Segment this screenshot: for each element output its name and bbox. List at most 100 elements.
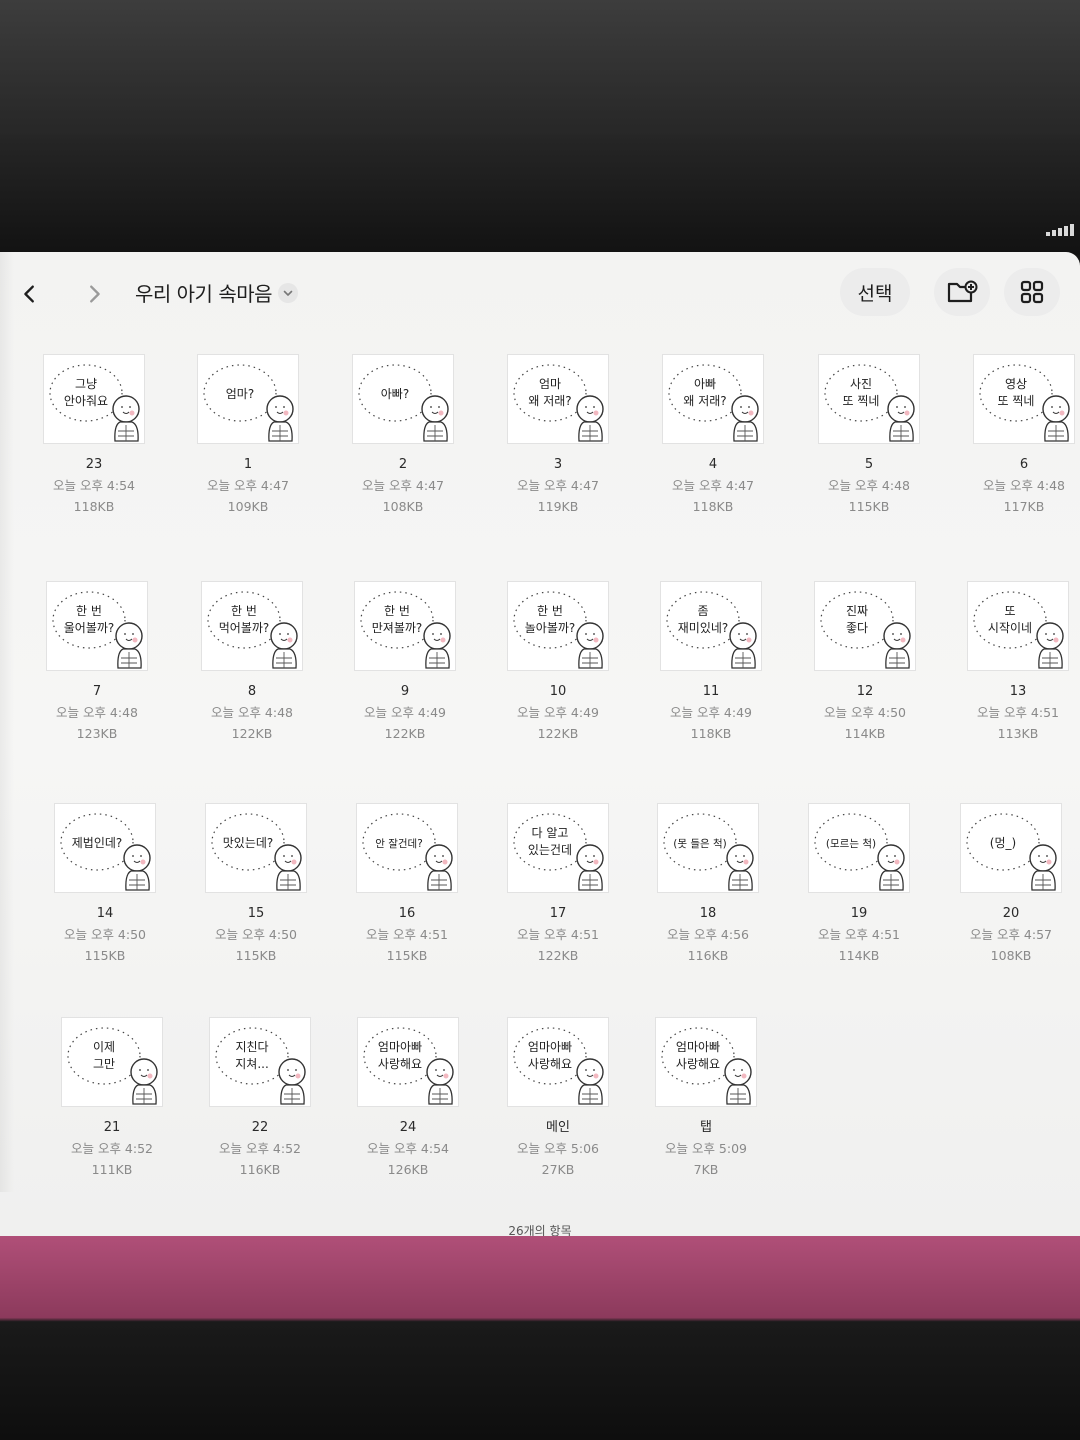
file-item[interactable]: (모르는 척) 19 오늘 오후 4:51 114KB — [789, 804, 929, 966]
file-item[interactable]: 사진 또 찍네 5 오늘 오후 4:48 115KB — [799, 355, 939, 517]
file-item[interactable]: 지친다 지쳐... 22 오늘 오후 4:52 116KB — [190, 1018, 330, 1180]
file-name: 20 — [1002, 906, 1020, 921]
new-folder-button[interactable] — [934, 268, 990, 316]
baby-sticker-image: 제법인데? — [60, 813, 151, 891]
file-item[interactable]: 맛있는데? 15 오늘 오후 4:50 115KB — [186, 804, 326, 966]
baby-sticker-image: 맛있는데? — [211, 813, 302, 891]
sticker-caption: 엄마아빠 — [676, 1040, 720, 1054]
select-button[interactable]: 선택 — [840, 268, 910, 316]
file-date: 오늘 오후 4:57 — [969, 927, 1053, 942]
file-date: 오늘 오후 4:47 — [206, 478, 290, 493]
baby-sticker-image: 좀재미있네? — [666, 591, 757, 669]
sticker-caption: 영상 — [1005, 377, 1027, 391]
file-name: 23 — [85, 457, 103, 472]
sticker-caption: 안 잘건데? — [375, 838, 423, 850]
title-menu-button[interactable] — [278, 283, 298, 303]
file-thumbnail: (멍_) — [961, 804, 1061, 892]
file-name: 19 — [850, 906, 868, 921]
file-name: 5 — [864, 457, 874, 472]
baby-sticker-image: (못 들은 척) — [663, 813, 754, 891]
file-item[interactable]: 또 시작이네 13 오늘 오후 4:51 113KB — [948, 582, 1080, 744]
file-item[interactable]: (멍_) 20 오늘 오후 4:57 108KB — [941, 804, 1080, 966]
file-size: 116KB — [239, 1162, 281, 1177]
file-item[interactable]: 진짜 좋다 12 오늘 오후 4:50 114KB — [795, 582, 935, 744]
folder-title[interactable]: 우리 아기 속마음 — [135, 278, 273, 307]
file-size: 113KB — [997, 726, 1039, 741]
file-item[interactable]: 엄마아빠 사랑해요 탭 오늘 오후 5:09 7KB — [636, 1018, 776, 1180]
sticker-caption: 엄마아빠 — [528, 1040, 572, 1054]
file-size: 122KB — [537, 948, 579, 963]
file-size: 116KB — [687, 948, 729, 963]
baby-sticker-image: 지친다지쳐... — [215, 1027, 306, 1105]
file-date: 오늘 오후 4:47 — [671, 478, 755, 493]
sticker-caption: 한 번 — [384, 604, 410, 618]
file-item[interactable]: 다 알고 있는건데 17 오늘 오후 4:51 122KB — [488, 804, 628, 966]
sticker-caption: 또 찍네 — [843, 394, 880, 408]
file-name: 15 — [247, 906, 265, 921]
file-name: 6 — [1019, 457, 1029, 472]
sticker-caption: 좋다 — [846, 621, 868, 635]
sticker-caption: 이제 — [93, 1040, 115, 1054]
baby-sticker-image: 엄마? — [203, 364, 294, 442]
baby-sticker-image: 아빠왜 저래? — [668, 364, 759, 442]
baby-sticker-image: 아빠? — [358, 364, 449, 442]
file-date: 오늘 오후 4:50 — [823, 705, 907, 720]
file-size: 111KB — [91, 1162, 133, 1177]
file-date: 오늘 오후 4:51 — [976, 705, 1060, 720]
sticker-caption: 좀 — [697, 604, 708, 618]
forward-button[interactable] — [76, 276, 112, 312]
file-date: 오늘 오후 4:48 — [210, 705, 294, 720]
files-app-window: 우리 아기 속마음 선택 그냥 안아줘요 23 오늘 오후 4:54 118KB 엄마? 1… — [0, 252, 1080, 1238]
sticker-caption: (멍_) — [990, 836, 1016, 850]
file-date: 오늘 오후 4:52 — [70, 1141, 154, 1156]
sticker-caption: 왜 저래? — [528, 394, 571, 408]
file-item[interactable]: 한 번 만져볼까? 9 오늘 오후 4:49 122KB — [335, 582, 475, 744]
file-item[interactable]: 안 잘건데? 16 오늘 오후 4:51 115KB — [337, 804, 477, 966]
file-item[interactable]: 엄마아빠 사랑해요 메인 오늘 오후 5:06 27KB — [488, 1018, 628, 1180]
sticker-caption: (모르는 척) — [826, 838, 876, 850]
baby-sticker-image: 이제그만 — [67, 1027, 158, 1105]
file-size: 108KB — [990, 948, 1032, 963]
sticker-caption: 한 번 — [231, 604, 257, 618]
file-item[interactable]: 그냥 안아줘요 23 오늘 오후 4:54 118KB — [24, 355, 164, 517]
file-item[interactable]: 한 번 먹어볼까? 8 오늘 오후 4:48 122KB — [182, 582, 322, 744]
file-item[interactable]: 아빠 왜 저래? 4 오늘 오후 4:47 118KB — [643, 355, 783, 517]
device-bezel-bottom — [0, 1236, 1080, 1440]
file-size: 114KB — [844, 726, 886, 741]
file-thumbnail: 영상 또 찍네 — [974, 355, 1074, 443]
sticker-caption: 만져볼까? — [372, 621, 423, 635]
file-item[interactable]: 한 번 울어볼까? 7 오늘 오후 4:48 123KB — [27, 582, 167, 744]
file-thumbnail: 맛있는데? — [206, 804, 306, 892]
file-item[interactable]: 영상 또 찍네 6 오늘 오후 4:48 117KB — [954, 355, 1080, 517]
file-item[interactable]: 엄마 왜 저래? 3 오늘 오후 4:47 119KB — [488, 355, 628, 517]
sticker-caption: 재미있네? — [678, 621, 729, 635]
file-thumbnail: 안 잘건데? — [357, 804, 457, 892]
file-size: 119KB — [537, 499, 579, 514]
file-item[interactable]: 한 번 놀아볼까? 10 오늘 오후 4:49 122KB — [488, 582, 628, 744]
file-name: 7 — [92, 684, 102, 699]
baby-sticker-image: (모르는 척) — [814, 813, 905, 891]
file-date: 오늘 오후 5:09 — [664, 1141, 748, 1156]
sticker-caption: 그냥 — [75, 377, 97, 391]
baby-sticker-image: 한 번놀아볼까? — [513, 591, 604, 669]
file-item[interactable]: 이제 그만 21 오늘 오후 4:52 111KB — [42, 1018, 182, 1180]
file-date: 오늘 오후 4:51 — [516, 927, 600, 942]
file-item[interactable]: 엄마아빠 사랑해요 24 오늘 오후 4:54 126KB — [338, 1018, 478, 1180]
back-button[interactable] — [12, 276, 48, 312]
file-size: 123KB — [76, 726, 118, 741]
file-date: 오늘 오후 4:49 — [363, 705, 447, 720]
file-date: 오늘 오후 4:54 — [366, 1141, 450, 1156]
sticker-caption: (못 들은 척) — [673, 838, 727, 850]
baby-sticker-image: 진짜좋다 — [820, 591, 911, 669]
file-date: 오늘 오후 4:52 — [218, 1141, 302, 1156]
file-item[interactable]: 좀 재미있네? 11 오늘 오후 4:49 118KB — [641, 582, 781, 744]
file-item[interactable]: 아빠? 2 오늘 오후 4:47 108KB — [333, 355, 473, 517]
file-name: 14 — [96, 906, 114, 921]
file-item[interactable]: (못 들은 척) 18 오늘 오후 4:56 116KB — [638, 804, 778, 966]
file-item[interactable]: 제법인데? 14 오늘 오후 4:50 115KB — [35, 804, 175, 966]
file-item[interactable]: 엄마? 1 오늘 오후 4:47 109KB — [178, 355, 318, 517]
view-mode-button[interactable] — [1004, 268, 1060, 316]
file-thumbnail: 좀재미있네? — [661, 582, 761, 670]
file-thumbnail: 아빠? — [353, 355, 453, 443]
file-thumbnail: 이제 그만 — [62, 1018, 162, 1106]
